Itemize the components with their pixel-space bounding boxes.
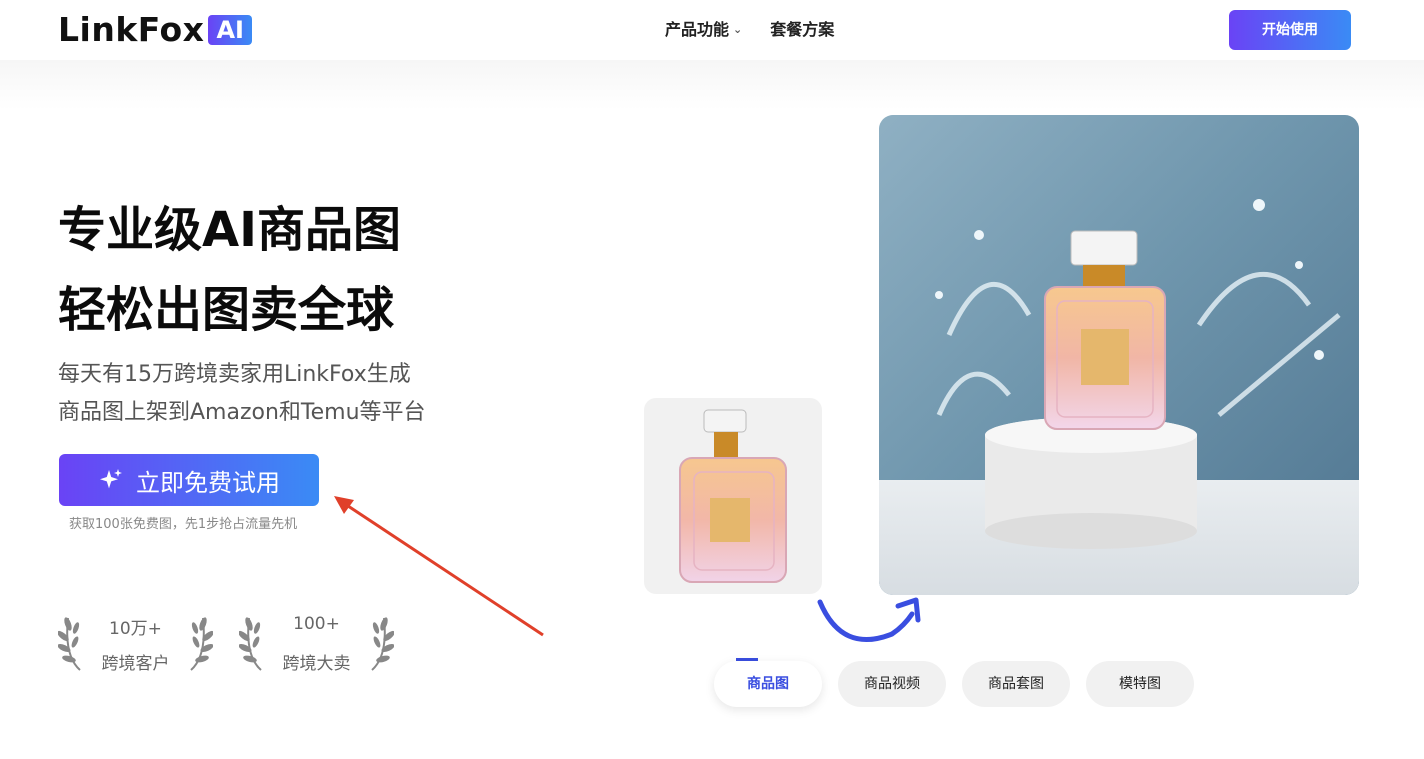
original-product-image xyxy=(644,398,822,594)
headline-line-2: 轻松出图卖全球 xyxy=(58,282,395,338)
tab-product-set[interactable]: 商品套图 xyxy=(962,661,1070,707)
laurel-right-icon xyxy=(190,617,213,671)
perfume-scene-image xyxy=(879,199,1359,595)
tab-product-image[interactable]: 商品图 xyxy=(714,661,822,707)
tab-model-image[interactable]: 模特图 xyxy=(1086,661,1194,707)
nav-item-label: 产品功能 xyxy=(665,20,730,39)
free-trial-label: 立即免费试用 xyxy=(136,468,280,497)
free-trial-note: 获取100张免费图，先1步抢占流量先机 xyxy=(69,517,298,532)
perfume-bottle-image xyxy=(679,409,787,583)
headline-line-1: 专业级AI商品图 xyxy=(58,202,402,258)
logo-ai-badge: AI xyxy=(208,15,252,45)
stat-customers: 10万+ 跨境客户 xyxy=(58,612,213,674)
nav-item-features[interactable]: 产品功能 ⌄ xyxy=(665,18,742,42)
chevron-down-icon: ⌄ xyxy=(733,23,743,36)
nav-item-label: 套餐方案 xyxy=(770,20,835,39)
top-nav-bar: LinkFox AI 产品功能 ⌄ 套餐方案 开始使用 xyxy=(0,0,1424,60)
nav-item-pricing[interactable]: 套餐方案 xyxy=(770,18,834,42)
linkfox-logo[interactable]: LinkFox AI xyxy=(58,12,252,48)
output-type-tabs: 商品图 商品视频 商品套图 模特图 xyxy=(714,661,1194,707)
start-using-button[interactable]: 开始使用 xyxy=(1229,10,1351,50)
header-shadow-band xyxy=(0,60,1424,110)
sparkle-icon xyxy=(100,469,122,489)
hero-subtitle: 每天有15万跨境卖家用LinkFox生成 商品图上架到Amazon和Temu等平… xyxy=(58,356,426,432)
free-trial-button[interactable]: 立即免费试用 xyxy=(59,454,319,506)
logo-text: LinkFox xyxy=(58,10,205,49)
red-annotation-arrow-icon xyxy=(334,496,544,637)
subtitle-line-2: 商品图上架到Amazon和Temu等平台 xyxy=(58,400,426,425)
subtitle-line-1: 每天有15万跨境卖家用LinkFox生成 xyxy=(58,362,411,387)
curved-blue-arrow-icon xyxy=(817,597,921,643)
generated-product-image xyxy=(879,115,1359,595)
main-nav: 产品功能 ⌄ 套餐方案 xyxy=(665,18,834,42)
hero-headline: 专业级AI商品图 轻松出图卖全球 xyxy=(58,190,401,350)
tab-product-video[interactable]: 商品视频 xyxy=(838,661,946,707)
